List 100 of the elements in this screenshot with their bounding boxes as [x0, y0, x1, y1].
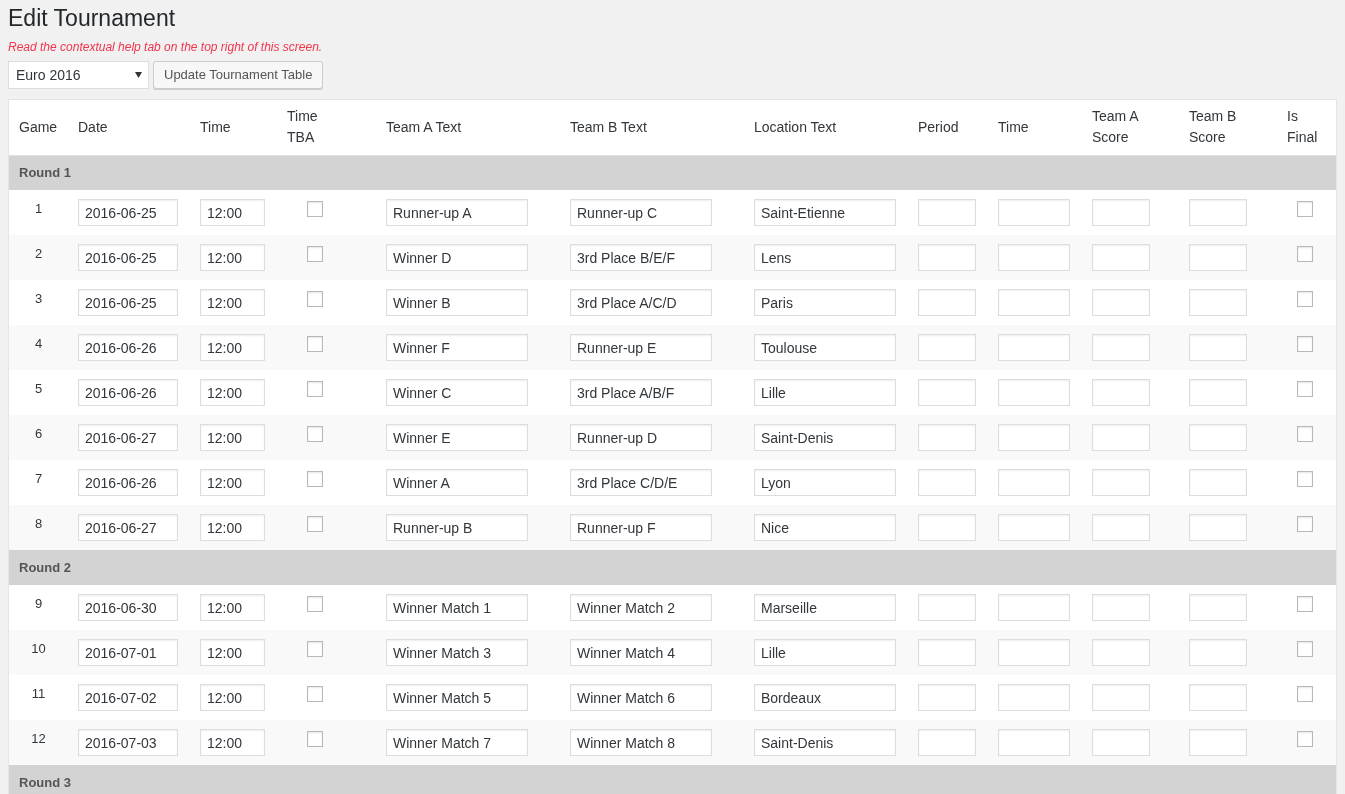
time-field[interactable]: 12:00 — [200, 729, 265, 756]
checkbox[interactable] — [307, 381, 323, 397]
time-field[interactable]: 12:00 — [200, 514, 265, 541]
time-field[interactable] — [998, 469, 1070, 496]
time-field[interactable] — [998, 514, 1070, 541]
period-field[interactable] — [918, 289, 976, 316]
team-a-field[interactable]: Winner Match 3 — [386, 639, 528, 666]
location-field[interactable]: Toulouse — [754, 334, 896, 361]
score-field[interactable] — [1092, 244, 1150, 271]
checkbox[interactable] — [1297, 291, 1313, 307]
checkbox[interactable] — [1297, 516, 1313, 532]
period-field[interactable] — [918, 729, 976, 756]
checkbox[interactable] — [307, 246, 323, 262]
score-field[interactable] — [1092, 729, 1150, 756]
score-field[interactable] — [1189, 424, 1247, 451]
checkbox[interactable] — [1297, 201, 1313, 217]
score-field[interactable] — [1092, 334, 1150, 361]
checkbox[interactable] — [1297, 731, 1313, 747]
team-a-field[interactable]: Winner Match 1 — [386, 594, 528, 621]
time-field[interactable]: 12:00 — [200, 334, 265, 361]
time-field[interactable] — [998, 594, 1070, 621]
score-field[interactable] — [1189, 199, 1247, 226]
team-a-field[interactable]: Winner B — [386, 289, 528, 316]
checkbox[interactable] — [1297, 336, 1313, 352]
period-field[interactable] — [918, 244, 976, 271]
checkbox[interactable] — [307, 686, 323, 702]
score-field[interactable] — [1189, 379, 1247, 406]
time-field[interactable]: 12:00 — [200, 469, 265, 496]
time-field[interactable] — [998, 424, 1070, 451]
score-field[interactable] — [1189, 244, 1247, 271]
location-field[interactable]: Bordeaux — [754, 684, 896, 711]
checkbox[interactable] — [307, 731, 323, 747]
team-a-field[interactable]: Winner Match 7 — [386, 729, 528, 756]
team-b-field[interactable]: Winner Match 6 — [570, 684, 712, 711]
time-field[interactable] — [998, 289, 1070, 316]
team-b-field[interactable]: 3rd Place C/D/E — [570, 469, 712, 496]
team-b-field[interactable]: Winner Match 4 — [570, 639, 712, 666]
team-a-field[interactable]: Winner Match 5 — [386, 684, 528, 711]
period-field[interactable] — [918, 469, 976, 496]
team-a-field[interactable]: Winner D — [386, 244, 528, 271]
team-a-field[interactable]: Winner A — [386, 469, 528, 496]
checkbox[interactable] — [1297, 381, 1313, 397]
period-field[interactable] — [918, 424, 976, 451]
score-field[interactable] — [1092, 594, 1150, 621]
tournament-select[interactable]: Euro 2016 — [8, 61, 149, 89]
checkbox[interactable] — [1297, 426, 1313, 442]
score-field[interactable] — [1092, 639, 1150, 666]
checkbox[interactable] — [1297, 596, 1313, 612]
date-field[interactable]: 2016-06-27 — [78, 424, 178, 451]
team-b-field[interactable]: Winner Match 2 — [570, 594, 712, 621]
team-b-field[interactable]: Runner-up C — [570, 199, 712, 226]
time-field[interactable] — [998, 334, 1070, 361]
team-a-field[interactable]: Runner-up A — [386, 199, 528, 226]
time-field[interactable]: 12:00 — [200, 424, 265, 451]
checkbox[interactable] — [307, 516, 323, 532]
checkbox[interactable] — [307, 471, 323, 487]
location-field[interactable]: Marseille — [754, 594, 896, 621]
period-field[interactable] — [918, 684, 976, 711]
period-field[interactable] — [918, 199, 976, 226]
team-a-field[interactable]: Winner F — [386, 334, 528, 361]
score-field[interactable] — [1092, 199, 1150, 226]
checkbox[interactable] — [307, 291, 323, 307]
score-field[interactable] — [1189, 334, 1247, 361]
date-field[interactable]: 2016-06-26 — [78, 379, 178, 406]
location-field[interactable]: Saint-Denis — [754, 729, 896, 756]
period-field[interactable] — [918, 639, 976, 666]
time-field[interactable]: 12:00 — [200, 244, 265, 271]
score-field[interactable] — [1092, 684, 1150, 711]
score-field[interactable] — [1189, 469, 1247, 496]
date-field[interactable]: 2016-07-02 — [78, 684, 178, 711]
location-field[interactable]: Lille — [754, 379, 896, 406]
score-field[interactable] — [1092, 514, 1150, 541]
time-field[interactable] — [998, 729, 1070, 756]
score-field[interactable] — [1189, 289, 1247, 316]
time-field[interactable]: 12:00 — [200, 594, 265, 621]
team-a-field[interactable]: Winner E — [386, 424, 528, 451]
time-field[interactable]: 12:00 — [200, 379, 265, 406]
checkbox[interactable] — [1297, 686, 1313, 702]
team-b-field[interactable]: Winner Match 8 — [570, 729, 712, 756]
date-field[interactable]: 2016-06-26 — [78, 469, 178, 496]
time-field[interactable] — [998, 199, 1070, 226]
score-field[interactable] — [1092, 424, 1150, 451]
period-field[interactable] — [918, 514, 976, 541]
checkbox[interactable] — [307, 336, 323, 352]
date-field[interactable]: 2016-07-01 — [78, 639, 178, 666]
time-field[interactable] — [998, 684, 1070, 711]
score-field[interactable] — [1092, 289, 1150, 316]
date-field[interactable]: 2016-07-03 — [78, 729, 178, 756]
checkbox[interactable] — [307, 596, 323, 612]
team-a-field[interactable]: Winner C — [386, 379, 528, 406]
time-field[interactable] — [998, 379, 1070, 406]
score-field[interactable] — [1189, 684, 1247, 711]
location-field[interactable]: Lille — [754, 639, 896, 666]
time-field[interactable]: 12:00 — [200, 199, 265, 226]
checkbox[interactable] — [1297, 471, 1313, 487]
time-field[interactable]: 12:00 — [200, 289, 265, 316]
checkbox[interactable] — [307, 201, 323, 217]
location-field[interactable]: Saint-Etienne — [754, 199, 896, 226]
date-field[interactable]: 2016-06-27 — [78, 514, 178, 541]
time-field[interactable]: 12:00 — [200, 684, 265, 711]
